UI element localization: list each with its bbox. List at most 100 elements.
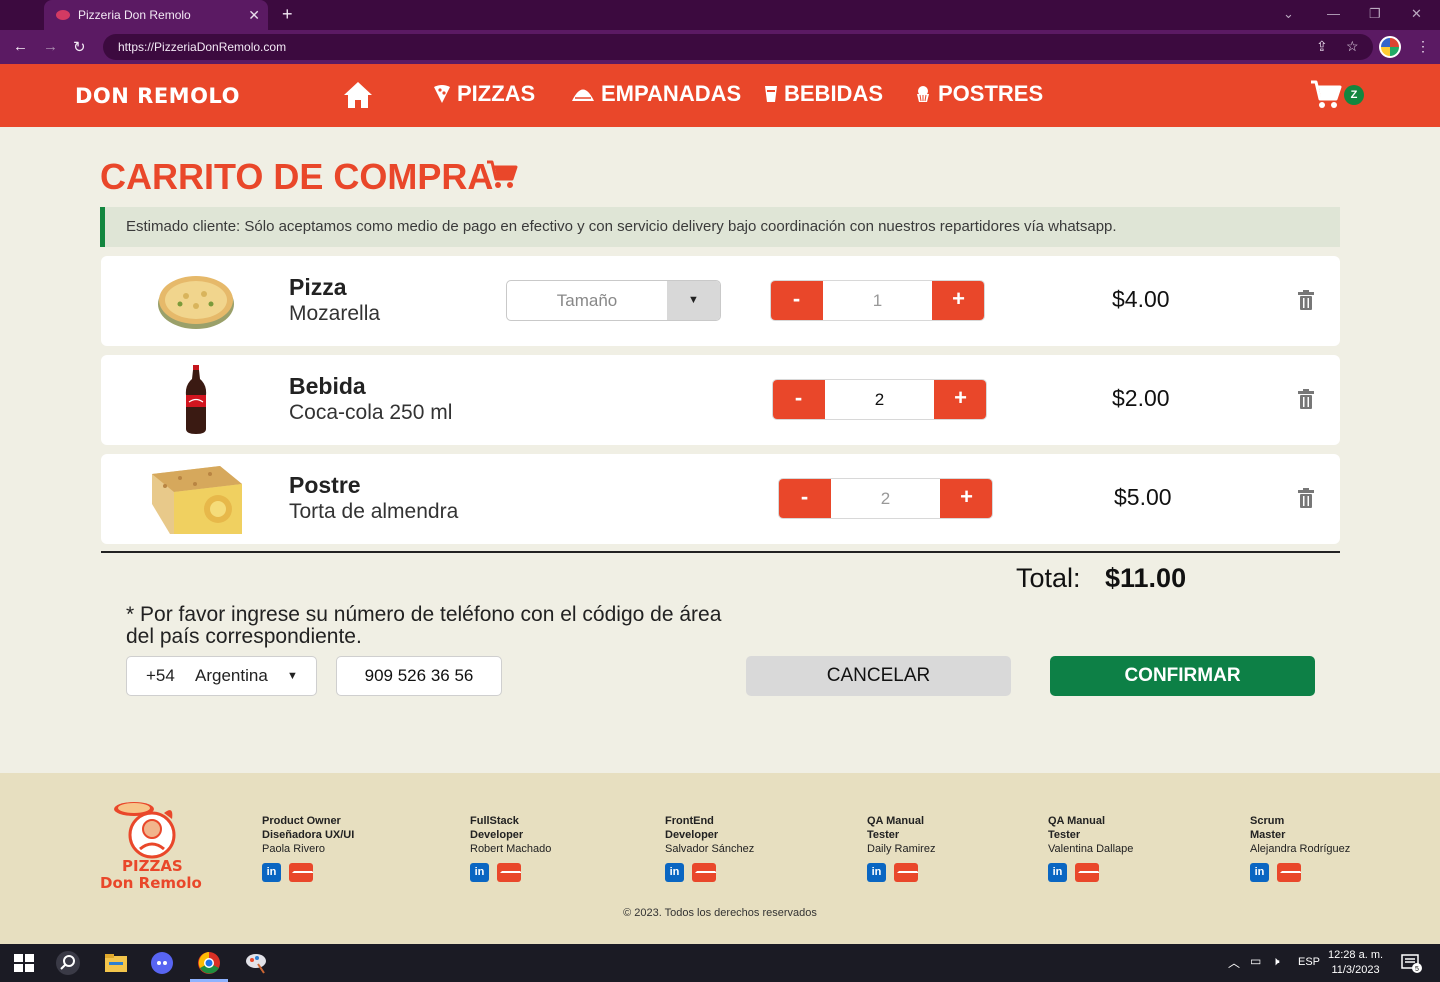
nav-label: POSTRES <box>938 81 1044 106</box>
nav-bebidas[interactable]: BEBIDAS <box>764 81 883 107</box>
linkedin-icon[interactable]: in <box>1048 863 1067 882</box>
member-role: Diseñadora UX/UI <box>262 829 355 841</box>
member-role: FrontEnd <box>665 815 714 827</box>
cart-icon[interactable] <box>1310 80 1342 110</box>
size-placeholder: Tamaño <box>556 291 618 310</box>
total-label: Total: <box>1016 563 1081 593</box>
home-icon[interactable] <box>343 81 373 109</box>
site-header: DON REMOLO PIZZAS EMPANADAS BEBIDAS POST… <box>0 64 1440 127</box>
linkedin-icon[interactable]: in <box>867 863 886 882</box>
decrement-button[interactable]: - <box>771 281 823 320</box>
team-member: FrontEnd Developer Salvador Sánchez in <box>665 814 754 882</box>
quantity-stepper[interactable]: - 2 + <box>772 379 987 420</box>
tray-chevron-up-icon[interactable]: ︿ <box>1228 954 1240 971</box>
trash-icon[interactable] <box>1298 488 1314 508</box>
mail-icon[interactable] <box>1277 863 1301 882</box>
linkedin-icon[interactable]: in <box>665 863 684 882</box>
clock-time: 12:28 a. m. <box>1328 949 1384 961</box>
nav-postres[interactable]: POSTRES <box>914 81 1043 107</box>
member-name: Valentina Dallape <box>1048 843 1134 855</box>
quantity-value[interactable]: 1 <box>824 281 931 320</box>
divider <box>101 551 1340 553</box>
chrome-icon[interactable] <box>197 952 221 974</box>
menu-dots-icon[interactable]: ⋮ <box>1416 38 1430 55</box>
clock-date: 11/3/2023 <box>1331 964 1380 976</box>
member-name: Daily Ramirez <box>867 843 936 855</box>
footer-brand-line2: Don Remolo <box>100 874 202 892</box>
file-explorer-icon[interactable] <box>104 952 128 974</box>
member-role: QA Manual <box>1048 815 1106 827</box>
cupcake-icon <box>917 86 929 102</box>
linkedin-icon[interactable]: in <box>1250 863 1269 882</box>
country-code-select[interactable]: +54 Argentina ▼ <box>126 656 317 696</box>
mail-icon[interactable] <box>497 863 521 882</box>
nav-label: BEBIDAS <box>784 81 884 106</box>
quantity-value[interactable]: 2 <box>832 479 939 518</box>
nav-pizzas[interactable]: PIZZAS <box>433 81 535 107</box>
tab-close-icon[interactable]: ✕ <box>248 7 260 24</box>
url-field[interactable]: https://PizzeriaDonRemolo.com <box>103 34 1373 60</box>
phone-number-input[interactable]: 909 526 36 56 <box>336 656 502 696</box>
member-name: Salvador Sánchez <box>665 843 755 855</box>
member-role: Scrum <box>1250 815 1285 827</box>
confirm-button[interactable]: CONFIRMAR <box>1050 656 1315 696</box>
increment-button[interactable]: + <box>932 281 984 320</box>
member-name: Robert Machado <box>470 843 552 855</box>
network-icon[interactable]: ▭ <box>1250 954 1261 968</box>
mail-icon[interactable] <box>289 863 313 882</box>
profile-avatar[interactable] <box>1379 36 1401 58</box>
reload-icon[interactable]: ↻ <box>73 38 86 56</box>
nav-label: EMPANADAS <box>601 81 742 106</box>
paint-app-icon[interactable] <box>244 952 268 974</box>
trash-icon[interactable] <box>1298 290 1314 310</box>
quantity-stepper[interactable]: - 1 + <box>770 280 985 321</box>
mail-icon[interactable] <box>692 863 716 882</box>
decrement-button[interactable]: - <box>773 380 825 419</box>
notifications-icon[interactable]: 5 <box>1400 952 1424 974</box>
almond-cake-image <box>146 464 246 534</box>
browser-tab[interactable]: Pizzeria Don Remolo ✕ <box>44 0 268 30</box>
system-clock[interactable]: 12:28 a. m. 11/3/2023 <box>1328 948 1383 978</box>
site-logo[interactable]: DON REMOLO <box>75 84 240 108</box>
item-price: $5.00 <box>1114 484 1172 510</box>
quantity-stepper[interactable]: - 2 + <box>778 478 993 519</box>
tab-search-icon[interactable]: ⌄ <box>1283 6 1294 22</box>
address-bar: ← → ↻ https://PizzeriaDonRemolo.com ⇪ ☆ … <box>0 30 1440 64</box>
search-icon[interactable] <box>55 950 81 976</box>
mail-icon[interactable] <box>894 863 918 882</box>
increment-button[interactable]: + <box>940 479 992 518</box>
browser-tabbar: Pizzeria Don Remolo ✕ + ⌄ — ❐ ✕ <box>0 0 1440 30</box>
nav-empanadas[interactable]: EMPANADAS <box>571 81 741 107</box>
share-icon[interactable]: ⇪ <box>1316 38 1328 55</box>
cart-count-badge[interactable]: Z <box>1344 85 1364 105</box>
cancel-button[interactable]: CANCELAR <box>746 656 1011 696</box>
bookmark-star-icon[interactable]: ☆ <box>1346 38 1359 55</box>
forward-icon[interactable]: → <box>43 38 58 55</box>
windows-start-icon[interactable] <box>12 952 36 974</box>
window-close-icon[interactable]: ✕ <box>1411 6 1422 22</box>
member-name: Alejandra Rodríguez <box>1250 843 1351 855</box>
increment-button[interactable]: + <box>934 380 986 419</box>
team-member: Scrum Master Alejandra Rodríguez in <box>1250 814 1350 882</box>
item-description: Torta de almendra <box>289 500 459 523</box>
linkedin-icon[interactable]: in <box>262 863 281 882</box>
empanada-icon <box>572 89 594 101</box>
linkedin-icon[interactable]: in <box>470 863 489 882</box>
new-tab-icon[interactable]: + <box>282 4 293 25</box>
back-icon[interactable]: ← <box>13 38 28 55</box>
mail-icon[interactable] <box>1075 863 1099 882</box>
trash-icon[interactable] <box>1298 389 1314 409</box>
maximize-icon[interactable]: ❐ <box>1369 6 1381 22</box>
country-name: Argentina <box>195 666 268 685</box>
quantity-value[interactable]: 2 <box>826 380 933 419</box>
input-language[interactable]: ESP <box>1298 956 1320 968</box>
volume-icon[interactable]: 🕨 <box>1272 954 1280 969</box>
minimize-icon[interactable]: — <box>1327 6 1340 21</box>
tab-title: Pizzeria Don Remolo <box>78 8 191 22</box>
discord-icon[interactable] <box>150 952 174 974</box>
decrement-button[interactable]: - <box>779 479 831 518</box>
size-select[interactable]: Tamaño ▼ <box>506 280 721 321</box>
cart-item: Pizza Mozarella Tamaño ▼ - 1 + $4.00 <box>101 256 1340 346</box>
cart-item: Postre Torta de almendra - 2 + $5.00 <box>101 454 1340 544</box>
chevron-down-icon[interactable]: ▼ <box>667 281 720 320</box>
